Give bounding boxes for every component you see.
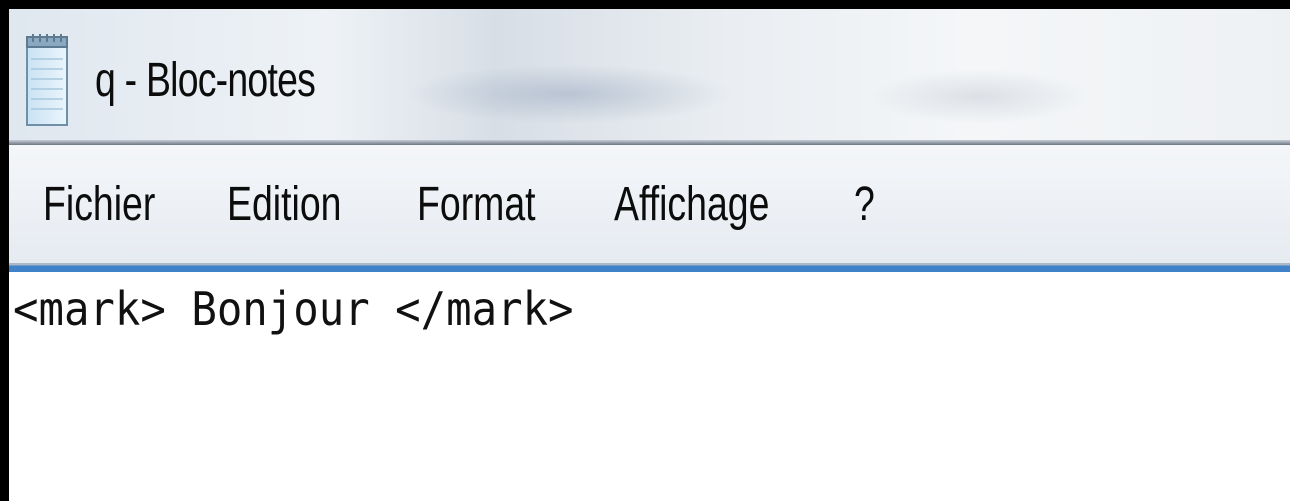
title-bar-backdrop: [404, 64, 734, 124]
menu-help[interactable]: ?: [854, 177, 875, 232]
menu-fichier[interactable]: Fichier: [43, 177, 155, 232]
window-title: q - Bloc-notes: [95, 54, 316, 107]
menu-bar: Fichier Edition Format Affichage ?: [9, 145, 1290, 263]
menu-affichage[interactable]: Affichage: [614, 177, 769, 232]
text-editor-area[interactable]: <mark> Bonjour </mark>: [9, 272, 1290, 501]
menu-edition[interactable]: Edition: [227, 177, 341, 232]
menu-format[interactable]: Format: [417, 177, 536, 232]
menu-bar-divider: [9, 263, 1290, 272]
title-bar-backdrop: [869, 69, 1089, 124]
notepad-icon[interactable]: [23, 33, 71, 129]
notepad-window: q - Bloc-notes Fichier Edition Format Af…: [9, 9, 1290, 501]
editor-content[interactable]: <mark> Bonjour </mark>: [13, 282, 574, 336]
title-bar[interactable]: q - Bloc-notes: [9, 9, 1290, 140]
